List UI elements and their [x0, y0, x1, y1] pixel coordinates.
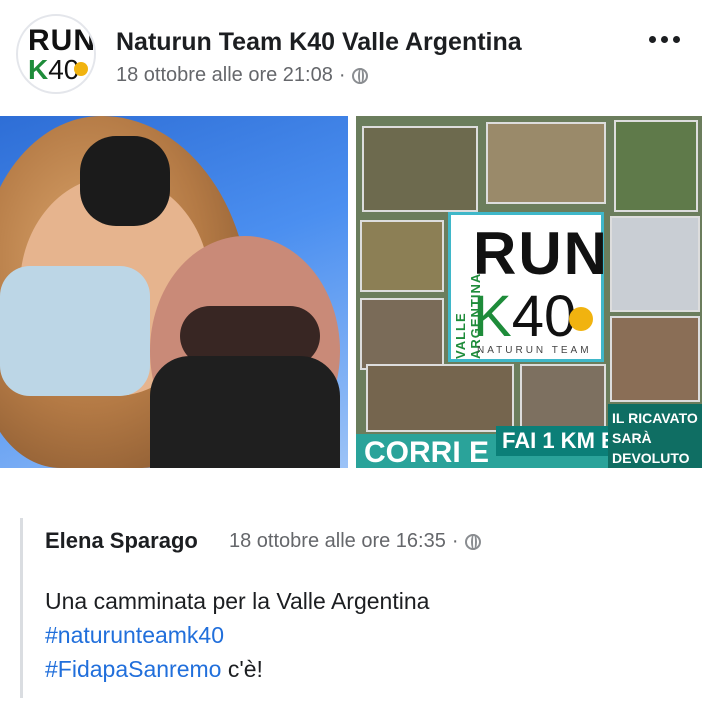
- globe-icon: [351, 68, 368, 84]
- shared-meta: 18 ottobre alle ore 16:35 ·: [229, 530, 481, 553]
- poster-logo-run: RUN: [473, 220, 609, 287]
- more-options-icon[interactable]: [649, 36, 680, 43]
- poster-tile: [362, 126, 478, 212]
- shared-author-link[interactable]: Elena Sparago: [45, 528, 198, 554]
- sun-icon: [569, 307, 593, 331]
- poster-logo-k: K: [473, 284, 512, 349]
- photo-sunglasses: [80, 136, 170, 226]
- poster-logo-40: 40: [511, 284, 577, 349]
- photo-grid: VALLE ARGENTINA RUN K40 NATURUN TEAM COR…: [0, 116, 702, 468]
- shared-meta-separator: ·: [451, 530, 459, 552]
- shared-post: Elena Sparago 18 ottobre alle ore 16:35 ·…: [20, 518, 685, 698]
- post-meta: 18 ottobre alle ore 21:08 ·: [116, 64, 368, 87]
- poster-tile: [486, 122, 606, 204]
- photo-poster[interactable]: VALLE ARGENTINA RUN K40 NATURUN TEAM COR…: [356, 116, 702, 468]
- poster-tile: [520, 364, 606, 432]
- poster-logo: VALLE ARGENTINA RUN K40 NATURUN TEAM: [448, 212, 607, 362]
- poster-banner-left: CORRI E: [364, 436, 490, 468]
- poster-logo-team: NATURUN TEAM: [477, 345, 592, 356]
- more-dot: [673, 36, 680, 43]
- shared-text-suffix: c'è!: [221, 656, 263, 682]
- shared-timestamp[interactable]: 18 ottobre alle ore 16:35: [229, 530, 446, 552]
- photo-bandana: [150, 356, 340, 468]
- photo-selfie[interactable]: [0, 116, 348, 468]
- meta-separator: ·: [338, 64, 346, 86]
- hashtag-link[interactable]: #FidapaSanremo: [45, 656, 221, 682]
- shared-text: Una camminata per la Valle Argentina #na…: [45, 584, 429, 686]
- poster-tile: [360, 298, 444, 370]
- photo-face-mask: [0, 266, 150, 396]
- avatar-logo-k40: K40: [28, 54, 79, 86]
- poster-tile: [360, 220, 444, 292]
- poster-banner-right: IL RICAVATO SARÀ DEVOLUTO AGLI AMICI: [608, 404, 702, 468]
- page-avatar[interactable]: RUN K40: [16, 14, 96, 94]
- post-header: RUN K40 Naturun Team K40 Valle Argentina…: [0, 0, 702, 110]
- more-dot: [661, 36, 668, 43]
- avatar-logo-run: RUN: [28, 24, 96, 57]
- globe-icon: [464, 534, 481, 550]
- poster-logo-k40: K40: [473, 283, 576, 350]
- more-dot: [649, 36, 656, 43]
- post-timestamp[interactable]: 18 ottobre alle ore 21:08: [116, 64, 333, 86]
- page-name-link[interactable]: Naturun Team K40 Valle Argentina: [116, 28, 522, 57]
- poster-tile: [610, 316, 700, 402]
- poster-banner-mid: FAI 1 KM E: [496, 426, 622, 456]
- poster-banner: CORRI E FAI 1 KM E IL RICAVATO SARÀ DEVO…: [356, 404, 702, 468]
- poster-tile: [614, 120, 698, 212]
- poster-tile: [610, 216, 700, 312]
- sun-icon: [74, 62, 88, 76]
- shared-text-line: Una camminata per la Valle Argentina: [45, 588, 430, 614]
- hashtag-link[interactable]: #naturunteamk40: [45, 622, 224, 648]
- avatar-logo-k: K: [28, 54, 49, 85]
- poster-tile: [366, 364, 514, 432]
